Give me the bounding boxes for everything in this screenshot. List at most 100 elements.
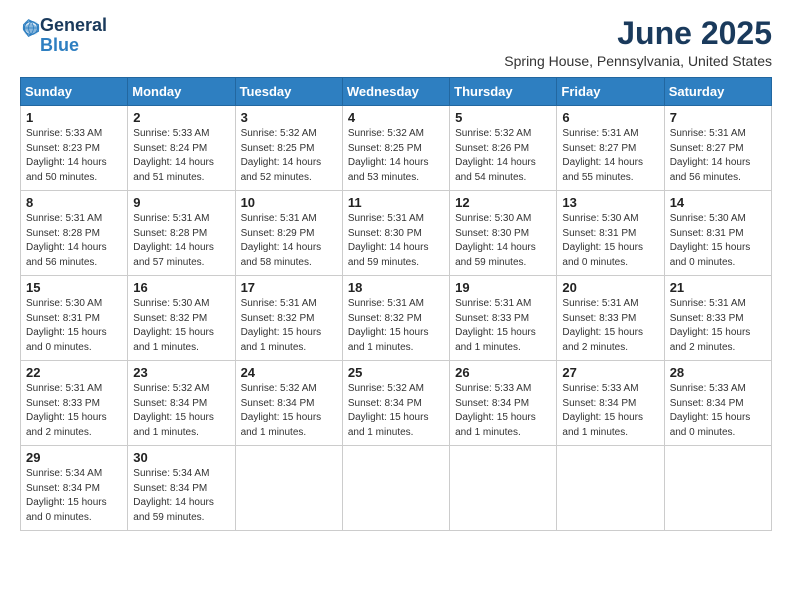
day-info-6: Sunrise: 5:31 AMSunset: 8:27 PMDaylight:… xyxy=(562,127,658,185)
day-number-23: 23 xyxy=(133,365,229,380)
title-block: June 2025 Spring House, Pennsylvania, Un… xyxy=(504,16,772,69)
day-cell-21: 21 Sunrise: 5:31 AMSunset: 8:33 PMDayligh… xyxy=(664,276,771,361)
day-info-20: Sunrise: 5:31 AMSunset: 8:33 PMDaylight:… xyxy=(562,297,658,355)
day-info-27: Sunrise: 5:33 AMSunset: 8:34 PMDaylight:… xyxy=(562,382,658,440)
logo-icon xyxy=(22,18,40,38)
day-info-11: Sunrise: 5:31 AMSunset: 8:30 PMDaylight:… xyxy=(348,212,444,270)
day-info-9: Sunrise: 5:31 AMSunset: 8:28 PMDaylight:… xyxy=(133,212,229,270)
day-info-29: Sunrise: 5:34 AMSunset: 8:34 PMDaylight:… xyxy=(26,467,122,525)
day-info-18: Sunrise: 5:31 AMSunset: 8:32 PMDaylight:… xyxy=(348,297,444,355)
day-number-1: 1 xyxy=(26,110,122,125)
day-cell-10: 10 Sunrise: 5:31 AMSunset: 8:29 PMDayligh… xyxy=(235,191,342,276)
day-number-21: 21 xyxy=(670,280,766,295)
day-number-30: 30 xyxy=(133,450,229,465)
day-info-12: Sunrise: 5:30 AMSunset: 8:30 PMDaylight:… xyxy=(455,212,551,270)
empty-cell xyxy=(235,446,342,531)
day-info-21: Sunrise: 5:31 AMSunset: 8:33 PMDaylight:… xyxy=(670,297,766,355)
day-cell-19: 19 Sunrise: 5:31 AMSunset: 8:33 PMDayligh… xyxy=(450,276,557,361)
week-row-1: 1Sunrise: 5:33 AMSunset: 8:23 PMDaylight… xyxy=(21,106,772,191)
empty-cell xyxy=(557,446,664,531)
week-row-5: 29 Sunrise: 5:34 AMSunset: 8:34 PMDayligh… xyxy=(21,446,772,531)
day-info-28: Sunrise: 5:33 AMSunset: 8:34 PMDaylight:… xyxy=(670,382,766,440)
day-info-22: Sunrise: 5:31 AMSunset: 8:33 PMDaylight:… xyxy=(26,382,122,440)
day-number-13: 13 xyxy=(562,195,658,210)
day-number-10: 10 xyxy=(241,195,337,210)
day-cell-6: 6 Sunrise: 5:31 AMSunset: 8:27 PMDaylight… xyxy=(557,106,664,191)
day-info-10: Sunrise: 5:31 AMSunset: 8:29 PMDaylight:… xyxy=(241,212,337,270)
week-row-2: 8 Sunrise: 5:31 AMSunset: 8:28 PMDaylight… xyxy=(21,191,772,276)
day-cell-11: 11 Sunrise: 5:31 AMSunset: 8:30 PMDayligh… xyxy=(342,191,449,276)
day-number-6: 6 xyxy=(562,110,658,125)
week-row-4: 22 Sunrise: 5:31 AMSunset: 8:33 PMDayligh… xyxy=(21,361,772,446)
day-cell-7: 7Sunrise: 5:31 AMSunset: 8:27 PMDaylight… xyxy=(664,106,771,191)
day-info-23: Sunrise: 5:32 AMSunset: 8:34 PMDaylight:… xyxy=(133,382,229,440)
day-info-13: Sunrise: 5:30 AMSunset: 8:31 PMDaylight:… xyxy=(562,212,658,270)
day-number-11: 11 xyxy=(348,195,444,210)
day-cell-18: 18 Sunrise: 5:31 AMSunset: 8:32 PMDayligh… xyxy=(342,276,449,361)
empty-cell xyxy=(450,446,557,531)
month-title: June 2025 xyxy=(504,16,772,51)
logo-general: General xyxy=(40,16,107,36)
header: General Blue June 2025 Spring House, Pen… xyxy=(20,16,772,69)
page: General Blue June 2025 Spring House, Pen… xyxy=(0,0,792,612)
day-number-2: 2 xyxy=(133,110,229,125)
header-saturday: Saturday xyxy=(664,78,771,106)
day-cell-9: 9 Sunrise: 5:31 AMSunset: 8:28 PMDaylight… xyxy=(128,191,235,276)
day-number-9: 9 xyxy=(133,195,229,210)
day-info-8: Sunrise: 5:31 AMSunset: 8:28 PMDaylight:… xyxy=(26,212,122,270)
day-cell-23: 23 Sunrise: 5:32 AMSunset: 8:34 PMDayligh… xyxy=(128,361,235,446)
day-number-12: 12 xyxy=(455,195,551,210)
day-number-4: 4 xyxy=(348,110,444,125)
day-cell-5: 5 Sunrise: 5:32 AMSunset: 8:26 PMDaylight… xyxy=(450,106,557,191)
day-cell-12: 12 Sunrise: 5:30 AMSunset: 8:30 PMDayligh… xyxy=(450,191,557,276)
day-cell-15: 15Sunrise: 5:30 AMSunset: 8:31 PMDayligh… xyxy=(21,276,128,361)
day-number-20: 20 xyxy=(562,280,658,295)
day-cell-25: 25Sunrise: 5:32 AMSunset: 8:34 PMDayligh… xyxy=(342,361,449,446)
day-cell-1: 1Sunrise: 5:33 AMSunset: 8:23 PMDaylight… xyxy=(21,106,128,191)
logo: General Blue xyxy=(20,16,107,56)
day-number-3: 3 xyxy=(241,110,337,125)
day-number-22: 22 xyxy=(26,365,122,380)
day-number-18: 18 xyxy=(348,280,444,295)
weekday-header-row: Sunday Monday Tuesday Wednesday Thursday… xyxy=(21,78,772,106)
day-info-2: Sunrise: 5:33 AMSunset: 8:24 PMDaylight:… xyxy=(133,127,229,185)
day-number-7: 7 xyxy=(670,110,766,125)
day-number-29: 29 xyxy=(26,450,122,465)
day-number-19: 19 xyxy=(455,280,551,295)
location-title: Spring House, Pennsylvania, United State… xyxy=(504,53,772,69)
header-sunday: Sunday xyxy=(21,78,128,106)
day-info-24: Sunrise: 5:32 AMSunset: 8:34 PMDaylight:… xyxy=(241,382,337,440)
day-cell-4: 4 Sunrise: 5:32 AMSunset: 8:25 PMDaylight… xyxy=(342,106,449,191)
day-number-27: 27 xyxy=(562,365,658,380)
day-number-28: 28 xyxy=(670,365,766,380)
day-info-25: Sunrise: 5:32 AMSunset: 8:34 PMDaylight:… xyxy=(348,382,444,440)
header-wednesday: Wednesday xyxy=(342,78,449,106)
day-info-14: Sunrise: 5:30 AMSunset: 8:31 PMDaylight:… xyxy=(670,212,766,270)
day-number-14: 14 xyxy=(670,195,766,210)
day-cell-29: 29 Sunrise: 5:34 AMSunset: 8:34 PMDayligh… xyxy=(21,446,128,531)
day-cell-27: 27 Sunrise: 5:33 AMSunset: 8:34 PMDayligh… xyxy=(557,361,664,446)
day-cell-17: 17Sunrise: 5:31 AMSunset: 8:32 PMDayligh… xyxy=(235,276,342,361)
day-cell-28: 28 Sunrise: 5:33 AMSunset: 8:34 PMDayligh… xyxy=(664,361,771,446)
logo-blue: Blue xyxy=(40,36,107,56)
day-info-19: Sunrise: 5:31 AMSunset: 8:33 PMDaylight:… xyxy=(455,297,551,355)
header-thursday: Thursday xyxy=(450,78,557,106)
day-number-24: 24 xyxy=(241,365,337,380)
day-number-16: 16 xyxy=(133,280,229,295)
day-number-15: 15 xyxy=(26,280,122,295)
day-info-5: Sunrise: 5:32 AMSunset: 8:26 PMDaylight:… xyxy=(455,127,551,185)
day-info-4: Sunrise: 5:32 AMSunset: 8:25 PMDaylight:… xyxy=(348,127,444,185)
day-number-8: 8 xyxy=(26,195,122,210)
header-friday: Friday xyxy=(557,78,664,106)
day-number-26: 26 xyxy=(455,365,551,380)
day-cell-20: 20 Sunrise: 5:31 AMSunset: 8:33 PMDayligh… xyxy=(557,276,664,361)
day-cell-8: 8 Sunrise: 5:31 AMSunset: 8:28 PMDaylight… xyxy=(21,191,128,276)
day-cell-3: 3 Sunrise: 5:32 AMSunset: 8:25 PMDaylight… xyxy=(235,106,342,191)
day-info-16: Sunrise: 5:30 AMSunset: 8:32 PMDaylight:… xyxy=(133,297,229,355)
day-cell-26: 26 Sunrise: 5:33 AMSunset: 8:34 PMDayligh… xyxy=(450,361,557,446)
day-cell-16: 16 Sunrise: 5:30 AMSunset: 8:32 PMDayligh… xyxy=(128,276,235,361)
day-info-26: Sunrise: 5:33 AMSunset: 8:34 PMDaylight:… xyxy=(455,382,551,440)
day-info-3: Sunrise: 5:32 AMSunset: 8:25 PMDaylight:… xyxy=(241,127,337,185)
empty-cell xyxy=(664,446,771,531)
day-number-5: 5 xyxy=(455,110,551,125)
